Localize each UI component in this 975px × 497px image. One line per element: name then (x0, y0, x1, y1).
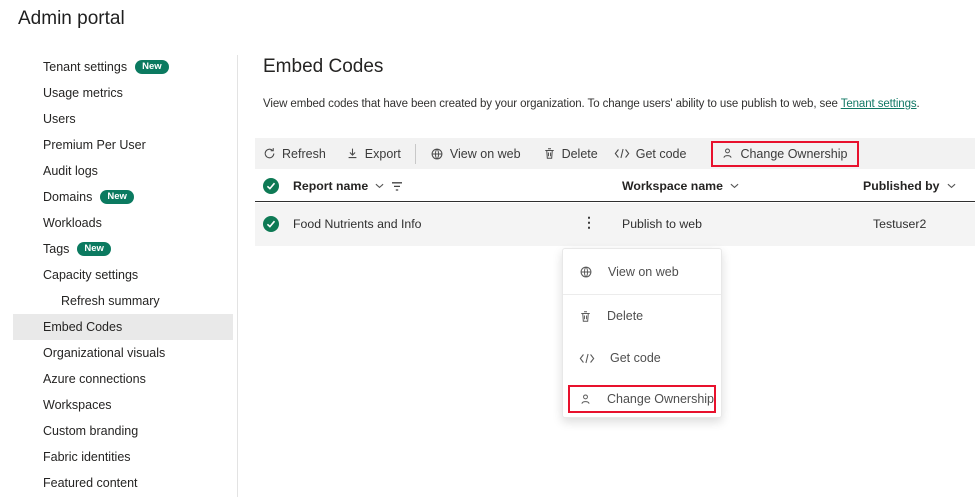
column-label: Report name (293, 179, 369, 193)
table-header: Report name Workspace name Published by (255, 172, 975, 202)
tenant-settings-link[interactable]: Tenant settings (841, 98, 917, 110)
section-title: Embed Codes (263, 56, 384, 77)
view-on-web-button[interactable]: View on web (430, 147, 521, 161)
toolbar: Refresh Export View on web Delete Get co… (255, 138, 975, 169)
code-icon (614, 148, 630, 159)
globe-icon (579, 265, 593, 279)
sidebar-item-capacity-settings[interactable]: Capacity settings (13, 262, 233, 288)
filter-icon[interactable] (391, 181, 403, 192)
admin-portal-page: Admin portal Tenant settings New Usage m… (0, 0, 975, 497)
sidebar: Tenant settings New Usage metrics Users … (0, 54, 237, 496)
workspace-name-cell: Publish to web (622, 217, 702, 231)
sidebar-item-label: Domains (43, 190, 93, 204)
delete-button[interactable]: Delete (543, 147, 598, 161)
new-badge: New (77, 241, 111, 257)
sidebar-item-label: Fabric identities (43, 450, 131, 464)
menu-item-view-on-web[interactable]: View on web (563, 250, 721, 295)
report-name-cell: Food Nutrients and Info (293, 217, 422, 231)
sidebar-item-workloads[interactable]: Workloads (13, 210, 233, 236)
chevron-down-icon (947, 183, 956, 189)
description-text: View embed codes that have been created … (263, 98, 841, 110)
menu-item-label: Change Ownership (607, 392, 715, 406)
sidebar-item-workspaces[interactable]: Workspaces (13, 392, 233, 418)
sidebar-item-premium-per-user[interactable]: Premium Per User (13, 132, 233, 158)
export-button[interactable]: Export (346, 147, 401, 161)
table-row[interactable]: Food Nutrients and Info ⋮ Publish to web… (255, 203, 975, 246)
menu-item-label: Delete (607, 309, 644, 323)
sidebar-item-label: Tags (43, 242, 70, 256)
sidebar-item-domains[interactable]: Domains New (13, 184, 233, 210)
person-icon (721, 147, 734, 160)
column-header-published-by[interactable]: Published by (863, 179, 956, 193)
menu-item-label: Get code (610, 351, 661, 365)
sidebar-item-users[interactable]: Users (13, 106, 233, 132)
sidebar-item-usage-metrics[interactable]: Usage metrics (13, 80, 233, 106)
get-code-label: Get code (635, 146, 687, 161)
published-by-cell: Testuser2 (873, 217, 927, 231)
column-header-workspace-name[interactable]: Workspace name (622, 179, 739, 193)
trash-icon (543, 147, 556, 160)
menu-item-change-ownership[interactable]: Change Ownership (568, 385, 716, 413)
refresh-button[interactable]: Refresh (263, 147, 326, 161)
sidebar-item-label: Users (43, 112, 76, 126)
sidebar-item-fabric-identities[interactable]: Fabric identities (13, 444, 233, 470)
sidebar-item-label: Workloads (43, 216, 102, 230)
sidebar-item-tags[interactable]: Tags New (13, 236, 233, 262)
page-title: Admin portal (18, 8, 125, 29)
row-context-menu: View on web Delete Get code Change Owner… (562, 248, 722, 418)
sidebar-divider (237, 55, 238, 497)
sidebar-item-tenant-settings[interactable]: Tenant settings New (13, 54, 233, 80)
row-more-options-icon[interactable]: ⋮ (582, 214, 596, 231)
sidebar-item-label: Embed Codes (43, 320, 123, 334)
refresh-icon (263, 147, 276, 160)
column-label: Published by (863, 179, 940, 193)
sidebar-item-custom-branding[interactable]: Custom branding (13, 418, 233, 444)
view-on-web-label: View on web (449, 146, 521, 161)
change-ownership-label: Change Ownership (740, 146, 848, 161)
sidebar-item-audit-logs[interactable]: Audit logs (13, 158, 233, 184)
delete-label: Delete (561, 146, 598, 161)
sidebar-item-azure-connections[interactable]: Azure connections (13, 366, 233, 392)
get-code-button[interactable]: Get code (614, 146, 687, 161)
chevron-down-icon (375, 183, 384, 189)
sidebar-item-label: Workspaces (43, 398, 112, 412)
sidebar-item-organizational-visuals[interactable]: Organizational visuals (13, 340, 233, 366)
sidebar-item-label: Premium Per User (43, 138, 146, 152)
sidebar-item-label: Refresh summary (61, 294, 160, 308)
sidebar-item-embed-codes[interactable]: Embed Codes (13, 314, 233, 340)
toolbar-divider (414, 143, 416, 164)
export-label: Export (364, 146, 401, 161)
sidebar-item-label: Usage metrics (43, 86, 123, 100)
column-header-report-name[interactable]: Report name (293, 179, 403, 193)
description-period: . (916, 98, 920, 110)
column-label: Workspace name (622, 179, 723, 193)
sidebar-item-featured-content[interactable]: Featured content (13, 470, 233, 496)
new-badge: New (135, 59, 169, 75)
sidebar-item-refresh-summary[interactable]: Refresh summary (13, 288, 233, 314)
new-badge: New (100, 189, 134, 205)
download-icon (346, 147, 359, 160)
sidebar-item-label: Custom branding (43, 424, 139, 438)
menu-item-label: View on web (608, 265, 679, 279)
menu-item-get-code[interactable]: Get code (563, 337, 721, 379)
sidebar-item-label: Featured content (43, 476, 138, 490)
sidebar-item-label: Audit logs (43, 164, 98, 178)
code-icon (579, 353, 595, 364)
row-checkbox[interactable] (263, 216, 279, 232)
globe-icon (430, 147, 444, 161)
menu-item-delete[interactable]: Delete (563, 295, 721, 337)
sidebar-item-label: Capacity settings (43, 268, 139, 282)
person-icon (579, 393, 592, 406)
description: View embed codes that have been created … (263, 98, 920, 110)
chevron-down-icon (730, 183, 739, 189)
change-ownership-button[interactable]: Change Ownership (711, 140, 860, 167)
sidebar-item-label: Azure connections (43, 372, 146, 386)
select-all-checkbox[interactable] (263, 178, 279, 194)
sidebar-item-label: Organizational visuals (43, 346, 166, 360)
refresh-label: Refresh (282, 146, 326, 161)
trash-icon (579, 310, 592, 323)
sidebar-item-label: Tenant settings (43, 60, 128, 74)
